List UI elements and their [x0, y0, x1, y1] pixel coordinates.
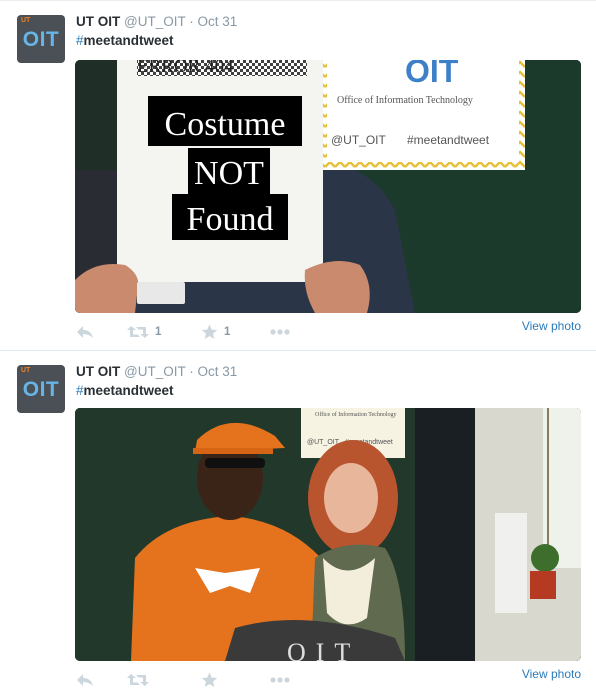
timestamp-link[interactable]: Oct 31	[198, 14, 238, 29]
tweet-header: UT OIT @UT_OIT · Oct 31	[76, 14, 237, 29]
banner-subtitle: Office of Information Technology	[315, 411, 397, 418]
banner-tag: #meetandtweet	[407, 133, 490, 147]
tombstone-text: OIT	[287, 638, 360, 661]
separator: ·	[189, 14, 194, 29]
hashtag-link[interactable]: #meetandtweet	[76, 383, 174, 398]
banner-handle: @UT_OIT	[331, 133, 387, 147]
fullname-link[interactable]: UT OIT	[76, 14, 120, 29]
tweet-actions: 1 1	[76, 323, 581, 341]
tweet[interactable]: UT OIT UT OIT @UT_OIT · Oct 31 #meetandt…	[0, 350, 596, 700]
timestamp-link[interactable]: Oct 31	[198, 364, 238, 379]
reply-button[interactable]	[76, 671, 94, 689]
more-button[interactable]	[270, 671, 290, 689]
retweet-icon	[127, 674, 149, 686]
avatar-brand-small: UT	[21, 17, 31, 24]
retweet-count: 1	[155, 326, 162, 338]
tweet-actions	[76, 671, 581, 689]
more-dots-icon	[270, 329, 290, 335]
banner-subtitle: Office of Information Technology	[337, 95, 473, 106]
avatar[interactable]: UT OIT	[17, 365, 65, 413]
retweet-button[interactable]	[127, 671, 149, 689]
sign-line-3: NOT	[194, 155, 264, 192]
photo-costume-not-found: OIT Office of Information Technology @UT…	[75, 60, 581, 313]
reply-icon	[77, 674, 93, 686]
tweet-text: #meetandtweet	[76, 33, 174, 48]
favorite-button[interactable]: 1	[201, 323, 230, 341]
reply-button[interactable]	[76, 323, 94, 341]
avatar-brand-small: UT	[21, 367, 31, 374]
username-link[interactable]: @UT_OIT	[124, 364, 185, 379]
hashtag-symbol: #	[76, 383, 84, 398]
avatar-brand-large: OIT	[22, 28, 60, 51]
avatar-brand-large: OIT	[22, 378, 60, 401]
sign-line-4: Found	[187, 201, 274, 238]
tweet-text: #meetandtweet	[76, 383, 174, 398]
reply-icon	[77, 326, 93, 338]
avatar[interactable]: UT OIT	[17, 15, 65, 63]
fullname-link[interactable]: UT OIT	[76, 364, 120, 379]
tweet-photo[interactable]: OIT Office of Information Technology @UT…	[75, 60, 581, 313]
favorite-button[interactable]	[201, 671, 218, 689]
separator: ·	[189, 364, 194, 379]
retweet-button[interactable]: 1	[127, 323, 161, 341]
tweet-header: UT OIT @UT_OIT · Oct 31	[76, 364, 237, 379]
hashtag-word: meetandtweet	[83, 33, 174, 48]
banner-logo: OIT	[405, 60, 459, 89]
favorite-count: 1	[224, 326, 231, 338]
view-photo-link[interactable]: View photo	[522, 667, 581, 681]
more-dots-icon	[270, 677, 290, 683]
hashtag-word: meetandtweet	[83, 383, 174, 398]
favorite-star-icon	[201, 672, 218, 687]
tweet[interactable]: UT OIT UT OIT @UT_OIT · Oct 31 #meetandt…	[0, 0, 596, 350]
photo-meet-and-tweet: Office of Information Technology @UT_OIT…	[75, 408, 581, 661]
tweet-photo[interactable]: Office of Information Technology @UT_OIT…	[75, 408, 581, 661]
sign-line-1: ERROR 404	[137, 60, 234, 77]
view-photo-link[interactable]: View photo	[522, 319, 581, 333]
username-link[interactable]: @UT_OIT	[124, 14, 185, 29]
favorite-star-icon	[201, 324, 218, 339]
timeline: UT OIT UT OIT @UT_OIT · Oct 31 #meetandt…	[0, 0, 596, 700]
hashtag-link[interactable]: #meetandtweet	[76, 33, 174, 48]
hashtag-symbol: #	[76, 33, 84, 48]
more-button[interactable]	[270, 323, 290, 341]
sign-line-2: Costume	[165, 106, 286, 143]
retweet-icon	[127, 326, 149, 338]
